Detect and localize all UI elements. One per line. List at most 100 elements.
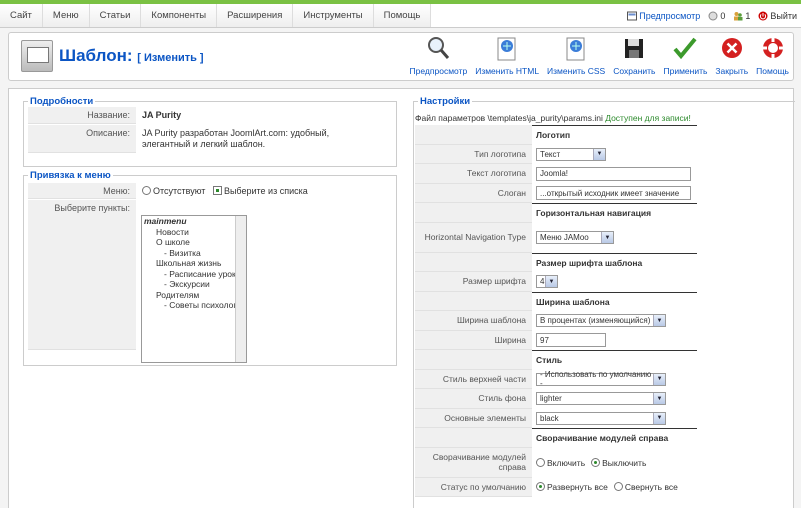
setting-text-input[interactable]: ...открытый исходник имеет значение — [536, 186, 691, 201]
setting-label — [415, 428, 532, 448]
setting-text-input[interactable]: Joomla! — [536, 166, 691, 181]
menu-list-item[interactable]: Школьная жизнь — [142, 258, 246, 269]
edit-html-icon — [497, 37, 516, 61]
users-icon — [734, 12, 743, 21]
logout-link[interactable]: Выйти — [758, 11, 797, 21]
setting-label: Стиль верхней части — [415, 369, 532, 389]
setting-label: Основные элементы — [415, 408, 532, 428]
toolbar-preview-button[interactable]: Предпросмотр — [406, 35, 472, 76]
radio-button[interactable] — [591, 457, 601, 467]
menu-items-listbox[interactable]: mainmenu Новости О школе - Визитка Школьная … — [141, 215, 247, 363]
logout-label: Выйти — [770, 11, 797, 21]
setting-select[interactable]: Меню JAMoo ▼ — [536, 231, 614, 244]
toolbar-save-button[interactable]: Сохранить — [609, 35, 659, 76]
setting-label: Слоган — [415, 183, 532, 203]
menu-list-item[interactable]: - Экскурсии — [142, 279, 246, 290]
setting-row: Стиль верхней части - Использовать по умо… — [415, 369, 697, 389]
chevron-down-icon[interactable]: ▼ — [653, 373, 665, 385]
setting-value: lighter ▼ — [532, 392, 666, 406]
toolbar-close-button[interactable]: Закрыть — [711, 35, 752, 76]
toolbar-help-label: Помощь — [756, 66, 789, 76]
setting-value: Включить Выключить — [532, 457, 652, 468]
setting-value: black ▼ — [532, 411, 666, 425]
setting-select[interactable]: В процентах (изменяющийся) ▼ — [536, 314, 666, 328]
setting-row: Сворачивание модулей справа — [415, 428, 697, 448]
preview-label: Предпросмотр — [639, 11, 701, 21]
chevron-down-icon[interactable]: ▼ — [653, 412, 665, 424]
menu-list-item[interactable]: mainmenu — [142, 216, 246, 227]
messages-count[interactable]: 0 — [708, 11, 725, 21]
users-count[interactable]: 1 — [733, 11, 750, 21]
details-legend: Подробности — [30, 96, 94, 107]
toolbar-apply-button[interactable]: Применить — [659, 35, 711, 76]
section-heading: Логотип — [532, 125, 697, 145]
setting-radio-option[interactable]: Свернуть все — [613, 482, 678, 492]
menu-list-item[interactable]: - Советы психолога — [142, 300, 246, 311]
menu-list-item[interactable]: - Расписание уроков — [142, 269, 246, 280]
setting-value: 4 ▼ — [532, 275, 558, 289]
setting-text-input[interactable]: 97 — [536, 333, 606, 348]
menu-item-3[interactable]: Компоненты — [141, 4, 218, 27]
settings-legend: Настройки — [420, 96, 471, 107]
page-header: Шаблон: [ Изменить ] Предпросмотр Измени… — [8, 32, 794, 81]
opt-none-label: Отсутствуют — [153, 186, 206, 196]
listbox-scrollbar[interactable] — [235, 216, 246, 362]
desc-label: Описание: — [28, 125, 136, 153]
setting-label — [415, 350, 532, 370]
menus-options: Отсутствуют Выберите из списка — [136, 183, 314, 199]
radio-button[interactable] — [536, 457, 545, 467]
settings-table: Логотип Тип логотипа Текст ▼ Текст логотипа J… — [415, 125, 697, 497]
lifebuoy-icon — [762, 38, 783, 58]
chevron-down-icon[interactable]: ▼ — [593, 148, 605, 160]
setting-radio-option[interactable]: Выключить — [591, 457, 647, 468]
chevron-down-icon[interactable]: ▼ — [601, 232, 613, 243]
radio-none[interactable] — [142, 186, 151, 195]
menu-list-item[interactable]: Родителям — [142, 290, 246, 301]
setting-value: Joomla! — [532, 166, 691, 181]
menu-item-1[interactable]: Меню — [42, 4, 90, 27]
setting-row: Сворачивание модулей справа Включить Выклю… — [415, 447, 697, 478]
radio-button[interactable] — [613, 482, 623, 492]
edit-css-icon — [566, 37, 585, 61]
radio-button[interactable] — [536, 482, 545, 492]
menus-none-option[interactable]: Отсутствуют — [142, 186, 205, 196]
chevron-down-icon[interactable]: ▼ — [545, 276, 557, 288]
setting-radio-option[interactable]: Развернуть все — [536, 482, 608, 492]
radio-label: Выключить — [602, 457, 647, 468]
setting-radio-option[interactable]: Включить — [536, 457, 585, 468]
setting-value: 97 — [532, 333, 606, 348]
menu-item-6[interactable]: Помощь — [373, 4, 432, 27]
toolbar-edit-html-button[interactable]: Изменить HTML — [471, 35, 543, 76]
chevron-down-icon[interactable]: ▼ — [653, 393, 665, 405]
menu-list-item[interactable]: О школе — [142, 237, 246, 248]
power-icon — [758, 11, 768, 21]
setting-select[interactable]: - Использовать по умолчанию - ▼ — [536, 370, 666, 388]
preview-link[interactable]: Предпросмотр — [627, 11, 700, 21]
radio-select[interactable] — [212, 186, 222, 195]
setting-row: Ширина шаблона — [415, 291, 697, 311]
select-value: Меню JAMoo — [540, 233, 589, 242]
menu-list-item[interactable]: - Визитка — [142, 248, 246, 259]
toolbar-help-button[interactable]: Помощь — [752, 35, 793, 76]
setting-row: Ширина шаблона В процентах (изменяющийся)… — [415, 311, 697, 331]
magnifier-icon — [428, 37, 450, 59]
menus-label: Меню: — [28, 183, 136, 199]
section-heading: Горизонтальная навигация — [532, 203, 697, 223]
toolbar-edit-css-button[interactable]: Изменить CSS — [543, 35, 609, 76]
toolbar-apply-label: Применить — [663, 66, 708, 76]
setting-select[interactable]: Текст ▼ — [536, 147, 606, 161]
menu-item-5[interactable]: Инструменты — [293, 4, 374, 27]
setting-select[interactable]: black ▼ — [536, 411, 666, 425]
menu-item-0[interactable]: Сайт — [0, 4, 43, 27]
menu-item-2[interactable]: Статьи — [89, 4, 142, 27]
menus-select-option[interactable]: Выберите из списка — [212, 186, 308, 196]
setting-row: Текст логотипа Joomla! — [415, 164, 697, 184]
setting-select[interactable]: 4 ▼ — [536, 275, 558, 289]
menu-list-item[interactable]: Новости — [142, 227, 246, 238]
chevron-down-icon[interactable]: ▼ — [653, 315, 665, 327]
setting-row: Horizontal Navigation Type Меню JAMoo ▼ — [415, 222, 697, 253]
name-label: Название: — [28, 107, 136, 124]
menu-item-4[interactable]: Расширения — [217, 4, 294, 27]
toolbar-edit-html-label: Изменить HTML — [475, 66, 540, 76]
setting-select[interactable]: lighter ▼ — [536, 392, 666, 406]
